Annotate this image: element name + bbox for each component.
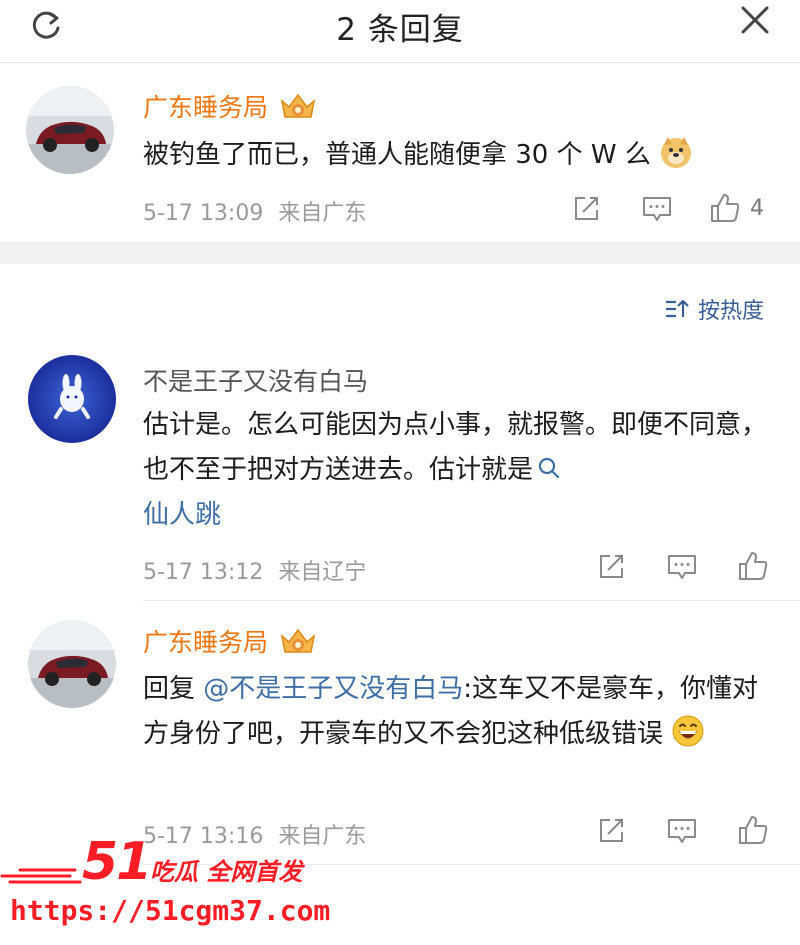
search-icon — [538, 457, 560, 479]
dialog-title: 2 条回复 — [336, 12, 464, 48]
watermark-number: 51 — [82, 832, 152, 892]
car-avatar-image — [28, 620, 116, 708]
avatar[interactable] — [28, 620, 116, 708]
dialog-header: 2 条回复 — [0, 0, 800, 63]
doge-emoji-icon — [661, 137, 692, 168]
close-button[interactable] — [733, 0, 777, 40]
comment-icon — [668, 555, 696, 579]
avatar[interactable] — [26, 86, 114, 174]
share-button[interactable] — [593, 549, 629, 585]
watermark-tag: 吃瓜 全网首发 — [150, 858, 303, 886]
username[interactable]: 广东睡务局 — [143, 623, 268, 659]
share-icon — [575, 197, 598, 220]
like-button[interactable]: 4 — [708, 189, 764, 227]
section-separator — [0, 242, 800, 264]
rabbit-avatar-image — [28, 355, 116, 443]
share-button[interactable] — [568, 191, 604, 227]
reply-divider — [143, 600, 800, 601]
username[interactable]: 广东睡务局 — [143, 88, 268, 124]
reply-text: 估计是。怎么可能因为点小事，就报警。即便不同意，也不至于把对方送进去。估计就是 … — [143, 410, 768, 530]
comment-button[interactable] — [663, 813, 701, 849]
thumbs-up-icon — [739, 552, 768, 580]
comment-icon — [668, 819, 696, 843]
search-link[interactable]: 仙人跳 — [143, 500, 221, 530]
crown-badge-icon — [280, 628, 316, 653]
share-icon — [600, 555, 623, 578]
watermark: 51 吃瓜 全网首发 https://51cgm37.com — [0, 832, 330, 945]
comment-button[interactable] — [663, 549, 701, 585]
reply-prefix: 回复 — [143, 674, 196, 704]
sort-icon — [666, 299, 689, 318]
watermark-url: https://51cgm37.com — [10, 894, 331, 927]
thumbs-up-icon — [739, 816, 768, 844]
share-button[interactable] — [593, 813, 629, 849]
comment-time: 5-17 13:09 — [143, 201, 264, 226]
close-icon — [741, 6, 769, 34]
crown-badge-icon — [280, 93, 316, 118]
reply-time: 5-17 13:12 — [143, 560, 264, 585]
comment-text: 被钓鱼了而已，普通人能随便拿 30 个 W 么 — [143, 133, 773, 178]
comment-icon — [643, 197, 671, 221]
thumbs-up-icon — [711, 194, 740, 222]
like-count: 4 — [750, 195, 764, 221]
sort-toggle[interactable]: 按热度 — [664, 293, 764, 325]
grin-emoji-icon — [672, 715, 704, 747]
like-button[interactable] — [734, 811, 772, 849]
avatar[interactable] — [28, 355, 116, 443]
username[interactable]: 不是王子又没有白马 — [143, 362, 368, 398]
comment-location: 来自广东 — [278, 201, 367, 226]
comment-button[interactable] — [638, 191, 676, 227]
sort-label: 按热度 — [698, 299, 765, 324]
reply-text: 回复 @不是王子又没有白马:这车又不是豪车，你懂对方身份了吧，开豪车的又不会犯这… — [143, 674, 759, 749]
mention-link[interactable]: @不是王子又没有白马 — [203, 674, 463, 704]
car-avatar-image — [26, 86, 114, 174]
like-button[interactable] — [734, 547, 772, 585]
share-icon — [600, 819, 623, 842]
reply-location: 来自辽宁 — [278, 560, 367, 585]
